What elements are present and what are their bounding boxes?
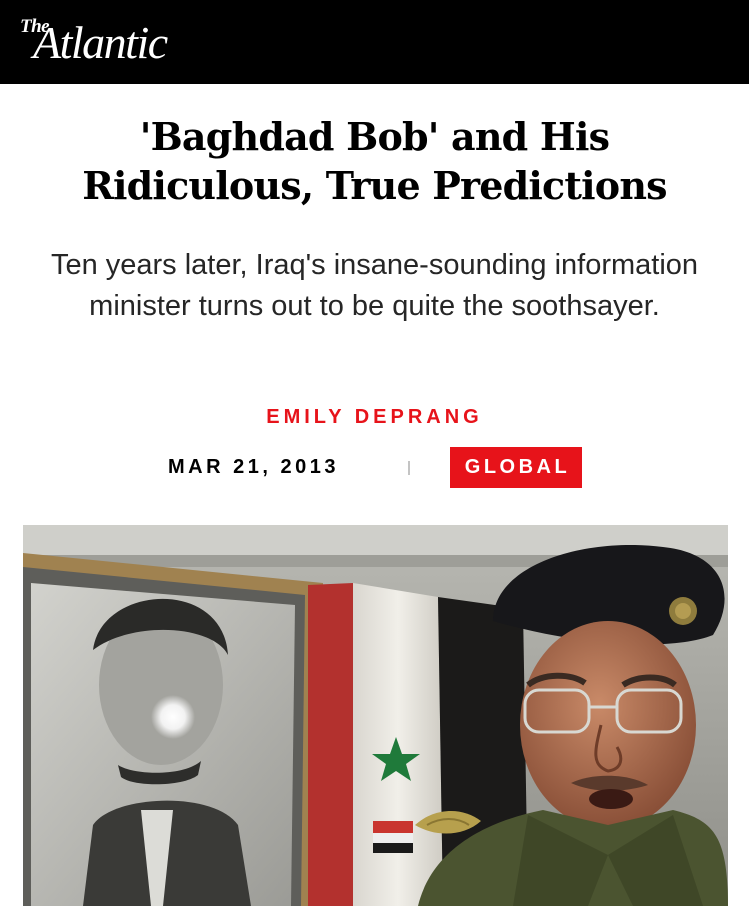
author-link[interactable]: EMILY DEPRANG	[0, 406, 749, 429]
hero-photo-illustration	[23, 525, 728, 906]
meta-divider	[408, 461, 410, 475]
article-headline: 'Baghdad Bob' and His Ridiculous, True P…	[82, 114, 667, 208]
section-tag-link[interactable]: GLOBAL	[450, 447, 582, 488]
logo-atlantic: Atlantic	[33, 17, 168, 68]
publish-date: MAR 21, 2013	[168, 456, 339, 478]
hero-photo	[23, 525, 728, 906]
article-dek: Ten years later, Iraq's insane-sounding …	[50, 249, 699, 322]
site-header: The Atlantic	[0, 0, 749, 84]
article-meta: MAR 21, 2013 GLOBAL	[0, 447, 749, 489]
